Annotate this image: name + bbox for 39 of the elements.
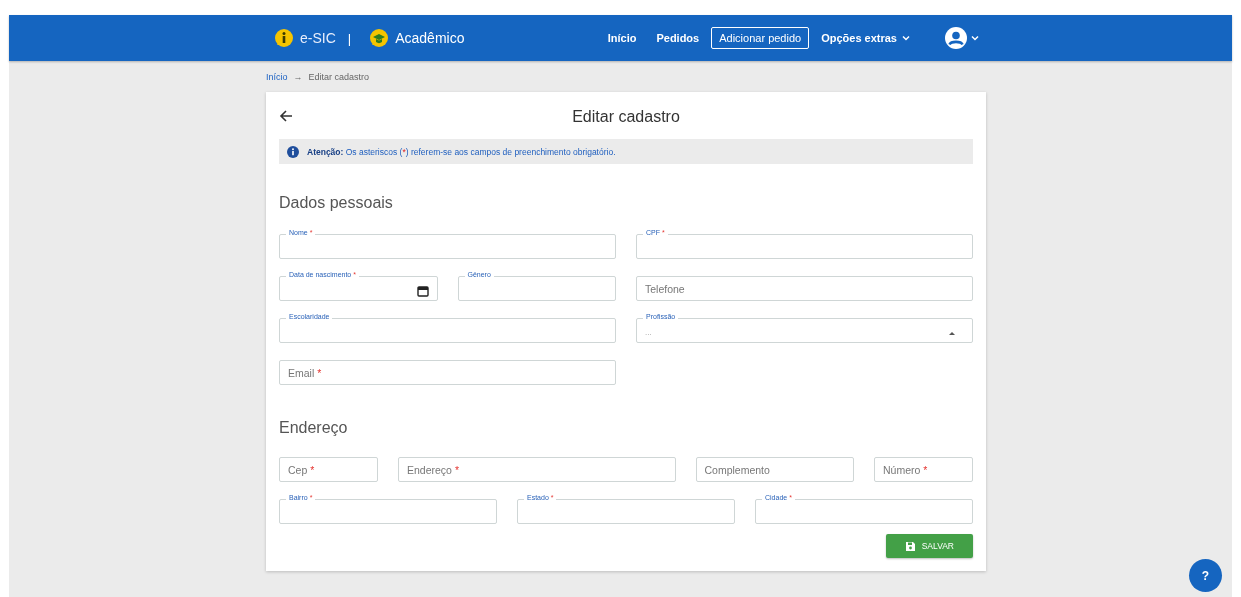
input-field[interactable]: Complemento — [695, 457, 854, 482]
breadcrumb-arrow: → — [293, 71, 303, 82]
input-field[interactable]: Cep * — [279, 457, 378, 482]
back-arrow-icon — [279, 109, 293, 123]
app-name: Acadêmico — [395, 30, 465, 46]
info-logo-icon — [274, 28, 294, 48]
calendar-icon — [416, 284, 429, 297]
chevron-icon — [970, 33, 980, 43]
field-label: Telefone — [645, 283, 685, 295]
field-label: Complemento — [704, 464, 770, 476]
nav-link[interactable]: Início — [599, 27, 645, 49]
breadcrumb-link[interactable]: Início — [266, 71, 288, 82]
field-label: Email * — [288, 367, 322, 379]
help-button[interactable]: ? — [1189, 559, 1222, 592]
page-title: Editar cadastro — [572, 108, 680, 126]
input-field[interactable]: Email * — [279, 360, 616, 385]
section-heading: Endereço — [279, 419, 349, 437]
input-field[interactable]: Telefone — [636, 276, 973, 301]
back-button[interactable] — [279, 109, 293, 123]
input-field[interactable]: Endereço * — [398, 457, 676, 482]
user-avatar-icon — [945, 27, 967, 49]
select-value: ... — [645, 328, 652, 337]
nav-link[interactable]: Pedidos — [648, 27, 708, 49]
brand-name: e-SIC — [300, 30, 336, 46]
save-button[interactable]: SALVAR — [885, 534, 973, 558]
caret-icon — [948, 329, 956, 336]
field-label: Endereço * — [407, 464, 459, 476]
alert-text: Atenção: Os asteriscos (*) referem-se aos campos de preenchimento obrigatório. — [307, 146, 616, 157]
input-field[interactable]: Número * — [874, 457, 973, 482]
menu-link[interactable]: Opções extras — [813, 27, 919, 49]
separator-text: | — [347, 30, 352, 46]
breadcrumb-current: Editar cadastro — [308, 71, 370, 82]
field-label: Cep * — [288, 464, 315, 476]
info-icon — [287, 145, 299, 158]
chevron-icon — [901, 33, 911, 43]
nav-button[interactable]: Adicionar pedido — [711, 27, 810, 49]
section-heading: Dados pessoais — [279, 194, 394, 212]
graduation-cap-logo-icon — [369, 28, 390, 48]
field-label: Número * — [883, 464, 928, 476]
